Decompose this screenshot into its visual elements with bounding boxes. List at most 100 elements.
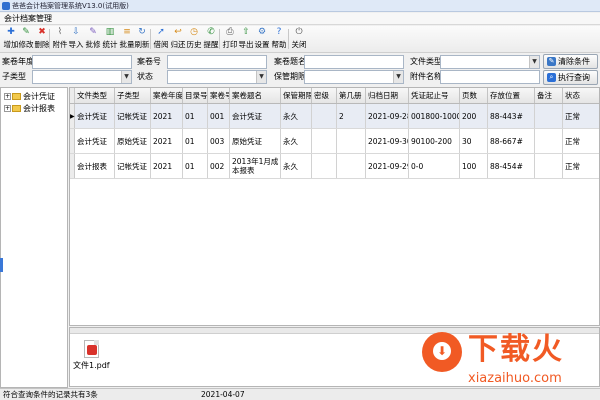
statistics-icon: ▥ (105, 27, 115, 37)
tree-item-vouchers[interactable]: + 会计凭证 (4, 91, 55, 102)
table-cell: 90100-200 (409, 129, 460, 153)
chevron-down-icon[interactable]: ▼ (529, 56, 539, 68)
column-header[interactable]: 凭证起止号 (409, 88, 460, 103)
archive-year-input[interactable] (32, 55, 132, 69)
column-header[interactable]: 密级 (312, 88, 337, 103)
column-header[interactable]: 保管期限 (281, 88, 312, 103)
chevron-down-icon[interactable]: ▼ (393, 71, 403, 83)
chevron-down-icon[interactable]: ▼ (121, 71, 131, 83)
table-cell (337, 129, 366, 153)
borrow-icon: ➚ (157, 27, 165, 37)
window-titlebar: 爸爸会计档案管理系统V13.0(试用版) (0, 0, 600, 12)
module-title[interactable]: 会计档案管理 (4, 14, 52, 24)
chevron-down-icon[interactable]: ▼ (256, 71, 266, 83)
table-cell (535, 154, 563, 178)
history-icon: ◷ (190, 27, 198, 37)
attachment-file-name[interactable]: 文件1.pdf (73, 361, 110, 371)
toolbar-button-history[interactable]: ◷ 历史 (185, 27, 203, 51)
table-row[interactable]: 会计报表 记帐凭证 2021 01 002 2013年1月成本报表 永久 2021-09-29… (70, 154, 599, 179)
toolbar-button-statistics[interactable]: ▥ 统计 (101, 27, 119, 51)
paperclip-icon: ⌇ (57, 27, 63, 37)
column-header[interactable]: 子类型 (115, 88, 151, 103)
status-date: 2021-04-07 (201, 390, 245, 399)
column-header[interactable]: 存放位置 (488, 88, 535, 103)
column-header[interactable]: 归档日期 (366, 88, 409, 103)
toolbar-separator (288, 29, 289, 49)
expand-icon[interactable]: + (4, 93, 11, 100)
watermark-logo: ⬇ 下载火 xiazaihuo.com (422, 330, 592, 392)
execute-query-button[interactable]: ⌕ 执行查询 (543, 70, 598, 85)
table-cell: 003 (208, 129, 230, 153)
toolbar-button-refresh[interactable]: ↻ 刷新 (133, 27, 151, 51)
column-header[interactable]: 案卷号 (208, 88, 230, 103)
toolbar-button-import[interactable]: ⇩ 导入 (67, 27, 85, 51)
table-cell: 2021-09-30 (366, 129, 409, 153)
category-tree: + 会计凭证 + 会计报表 (0, 87, 68, 388)
tree-item-reports[interactable]: + 会计报表 (4, 103, 55, 114)
table-cell: 原始凭证 (230, 129, 281, 153)
sub-type-select[interactable]: ▼ (32, 70, 132, 84)
table-cell: 正常 (563, 154, 599, 178)
settings-icon: ⚙ (257, 27, 267, 37)
toolbar-button-borrow[interactable]: ➚ 借阅 (152, 27, 170, 51)
side-panel-tab[interactable] (0, 258, 3, 272)
help-icon: ? (276, 27, 282, 37)
record-count-text: 符合查询条件的记录共有3条 (3, 390, 98, 399)
column-header[interactable]: 文件类型 (75, 88, 115, 103)
table-cell: 2 (337, 104, 366, 128)
column-header[interactable]: 页数 (460, 88, 488, 103)
sub-type-label: 子类型 (2, 72, 26, 81)
table-cell (535, 129, 563, 153)
retention-label: 保管期限 (274, 72, 306, 81)
status-label: 状态 (137, 72, 153, 81)
toolbar-button-label: 导入 (68, 40, 84, 49)
volume-title-input[interactable] (304, 55, 404, 69)
volume-title-label: 案卷题名 (274, 57, 306, 66)
file-type-select[interactable]: ▼ (440, 55, 540, 69)
table-cell: 100 (460, 154, 488, 178)
column-header[interactable]: 状态 (563, 88, 599, 103)
expand-icon[interactable]: + (4, 105, 11, 112)
attachment-name-input[interactable] (440, 70, 540, 84)
attachment-name-label: 附件名称 (410, 72, 442, 81)
toolbar-button-close[interactable]: ⏻ 关闭 (290, 27, 308, 51)
batch-edit-icon: ✎ (89, 27, 97, 37)
edit-icon: ✎ (22, 27, 30, 37)
table-cell: 会计凭证 (230, 104, 281, 128)
table-row[interactable]: 会计凭证 原始凭证 2021 01 003 原始凭证 永久 2021-09-30 90100-2… (70, 129, 599, 154)
status-select[interactable]: ▼ (167, 70, 267, 84)
table-cell: 88-454# (488, 154, 535, 178)
column-header[interactable]: 备注 (535, 88, 563, 103)
column-header[interactable]: 目录号 (183, 88, 208, 103)
table-cell: 2021 (151, 129, 183, 153)
table-cell: 记帐凭证 (115, 154, 151, 178)
toolbar-separator (49, 29, 50, 49)
archive-year-label: 案卷年度 (2, 57, 34, 66)
app-icon (2, 2, 10, 10)
download-arrow-icon: ⬇ (433, 342, 451, 360)
toolbar-button-batch-edit[interactable]: ✎ 批修 (84, 27, 102, 51)
toolbar-button-reminder[interactable]: ✆ 提醒 (202, 27, 220, 51)
window-title: 爸爸会计档案管理系统V13.0(试用版) (12, 2, 129, 10)
column-header[interactable]: 案卷题名 (230, 88, 281, 103)
folder-icon (12, 93, 21, 100)
archive-table: 文件类型子类型案卷年度目录号案卷号案卷题名保管期限密级第几册归档日期凭证起止号页… (69, 87, 600, 326)
toolbar-button-label: 提醒 (203, 40, 219, 49)
column-header[interactable]: 案卷年度 (151, 88, 183, 103)
retention-select[interactable]: ▼ (304, 70, 404, 84)
eraser-icon: ✎ (547, 57, 556, 66)
toolbar-button-help[interactable]: ? 帮助 (270, 27, 288, 51)
toolbar: ✚ 增加 ✎ 修改 ✖ 删除 ⌇ 附件 ⇩ 导入 ✎ 批修 ▥ 统计 ≡ 批量 ↻ 刷新 ➚ 借阅 ↩ 归还 ◷ 历史 ✆ 提醒 ⎙… (0, 26, 600, 53)
toolbar-button-settings[interactable]: ⚙ 设置 (253, 27, 271, 51)
toolbar-button-label: 借阅 (153, 40, 169, 49)
volume-no-input[interactable] (167, 55, 267, 69)
table-cell: 会计凭证 (75, 104, 115, 128)
pdf-file-icon[interactable] (84, 340, 99, 358)
table-cell: 2021-09-29 (366, 154, 409, 178)
table-row[interactable]: ▶ 会计凭证 记帐凭证 2021 01 001 会计凭证 永久 2 2021-09-28 00180… (70, 104, 599, 129)
filter-panel: 案卷年度 案卷号 案卷题名 文件类型 ▼ ✎ 清除条件 子类型 ▼ 状态 ▼ 保… (0, 54, 600, 86)
column-header[interactable]: 第几册 (337, 88, 366, 103)
clear-conditions-button[interactable]: ✎ 清除条件 (543, 54, 598, 69)
table-cell: 正常 (563, 129, 599, 153)
table-cell: 001800-1000 (409, 104, 460, 128)
